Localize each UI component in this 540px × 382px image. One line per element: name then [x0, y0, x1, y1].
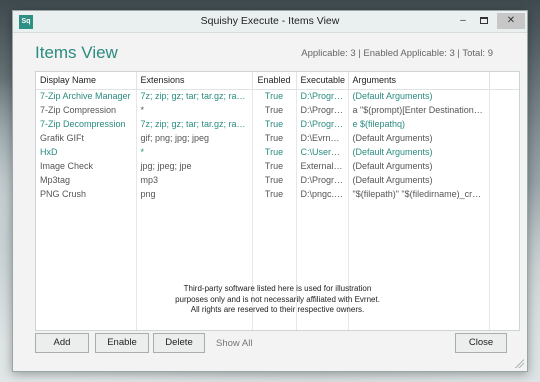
cell-enabled: True: [252, 159, 297, 173]
cell-filler: [489, 173, 519, 187]
resize-grip-icon[interactable]: [514, 358, 524, 368]
column-header-arguments[interactable]: Arguments: [348, 72, 490, 90]
cell-executable: D:\Progra...: [296, 173, 349, 187]
disclaimer-notice: Third-party software listed here is used…: [36, 284, 519, 316]
table-row[interactable]: 7-Zip Decompression 7z; zip; gz; tar; tar…: [36, 117, 519, 131]
cell-extensions: png: [136, 187, 253, 201]
cell-extensions: *: [136, 103, 253, 117]
cell-display-name: Image Check: [36, 159, 137, 173]
cell-arguments: "$(filepath)" "$(filedirname)_crushe...: [348, 187, 490, 201]
cell-display-name: 7-Zip Archive Manager: [36, 89, 137, 103]
minimize-button[interactable]: –: [453, 13, 473, 29]
cell-enabled: True: [252, 187, 297, 201]
disclaimer-line-1: Third-party software listed here is used…: [183, 284, 372, 293]
delete-button[interactable]: Delete: [153, 333, 205, 353]
cell-executable: D:\Progra...: [296, 117, 349, 131]
cell-filler: [489, 89, 519, 103]
cell-arguments: (Default Arguments): [348, 89, 490, 103]
cell-arguments: a "$(prompt)[Enter Destination:]" -...: [348, 103, 490, 117]
cell-arguments: (Default Arguments): [348, 173, 490, 187]
page-title: Items View: [35, 43, 118, 62]
column-header-filler: [489, 72, 519, 90]
cell-filler: [489, 187, 519, 201]
table-row[interactable]: Image Check jpg; jpeg; jpe True External\I.…: [36, 159, 519, 173]
cell-enabled: True: [252, 173, 297, 187]
column-header-extensions[interactable]: Extensions: [136, 72, 253, 90]
enable-button[interactable]: Enable: [95, 333, 149, 353]
cell-executable: D:\pngc.e...: [296, 187, 349, 201]
items-grid[interactable]: Display Name Extensions Enabled Executab…: [35, 71, 520, 331]
cell-executable: D:\Progra...: [296, 103, 349, 117]
table-row[interactable]: PNG Crush png True D:\pngc.e... "$(filepath)…: [36, 187, 519, 201]
cell-enabled: True: [252, 103, 297, 117]
cell-enabled: True: [252, 89, 297, 103]
cell-display-name: 7-Zip Decompression: [36, 117, 137, 131]
cell-filler: [489, 145, 519, 159]
window-title: Squishy Execute - Items View: [200, 15, 340, 27]
cell-filler: [489, 103, 519, 117]
disclaimer-line-3: All rights are reserved to their respect…: [190, 305, 365, 314]
cell-filler: [489, 159, 519, 173]
cell-enabled: True: [252, 117, 297, 131]
close-window-button[interactable]: ✕: [497, 13, 525, 29]
show-all-button[interactable]: Show All: [216, 338, 252, 349]
table-row[interactable]: Grafik GIFt gif; png; jpg; jpeg True D:\Evr…: [36, 131, 519, 145]
header-row: Display Name Extensions Enabled Executab…: [36, 72, 519, 90]
column-header-enabled[interactable]: Enabled: [252, 72, 297, 90]
table-row[interactable]: 7-Zip Compression * True D:\Progra... a "$(p…: [36, 103, 519, 117]
cell-filler: [489, 117, 519, 131]
cell-executable: C:\Users\...: [296, 145, 349, 159]
items-view-window: Sq Squishy Execute - Items View – ✕ Item…: [12, 10, 528, 372]
maximize-button[interactable]: [474, 13, 494, 29]
cell-arguments: (Default Arguments): [348, 131, 490, 145]
cell-display-name: 7-Zip Compression: [36, 103, 137, 117]
table-row[interactable]: HxD * True C:\Users\... (Default Arguments): [36, 145, 519, 159]
table-row[interactable]: 7-Zip Archive Manager 7z; zip; gz; tar; t…: [36, 89, 519, 103]
cell-extensions: *: [136, 145, 253, 159]
column-header-executable[interactable]: Executable: [296, 72, 349, 90]
cell-extensions: jpg; jpeg; jpe: [136, 159, 253, 173]
item-counts: Applicable: 3 | Enabled Applicable: 3 | …: [301, 48, 493, 59]
column-header-display-name[interactable]: Display Name: [36, 72, 137, 90]
disclaimer-line-2: purposes only and is not necessarily aff…: [175, 294, 380, 304]
cell-arguments: (Default Arguments): [348, 159, 490, 173]
cell-display-name: HxD: [36, 145, 137, 159]
cell-extensions: 7z; zip; gz; tar; tar.gz; rar;...: [136, 89, 253, 103]
cell-filler: [489, 131, 519, 145]
table-row[interactable]: Mp3tag mp3 True D:\Progra... (Default Argume…: [36, 173, 519, 187]
cell-arguments: e $(filepathq): [348, 117, 490, 131]
cell-executable: D:\Progra...: [296, 89, 349, 103]
cell-enabled: True: [252, 145, 297, 159]
cell-extensions: 7z; zip; gz; tar; tar.gz; rar;...: [136, 117, 253, 131]
cell-enabled: True: [252, 131, 297, 145]
close-button[interactable]: Close: [455, 333, 507, 353]
cell-display-name: Mp3tag: [36, 173, 137, 187]
cell-executable: External\I...: [296, 159, 349, 173]
cell-extensions: mp3: [136, 173, 253, 187]
cell-display-name: Grafik GIFt: [36, 131, 137, 145]
title-bar[interactable]: Sq Squishy Execute - Items View – ✕: [13, 11, 527, 33]
cell-arguments: (Default Arguments): [348, 145, 490, 159]
cell-display-name: PNG Crush: [36, 187, 137, 201]
maximize-icon: [480, 16, 488, 24]
cell-extensions: gif; png; jpg; jpeg: [136, 131, 253, 145]
cell-executable: D:\Evrnet...: [296, 131, 349, 145]
add-button[interactable]: Add: [35, 333, 89, 353]
